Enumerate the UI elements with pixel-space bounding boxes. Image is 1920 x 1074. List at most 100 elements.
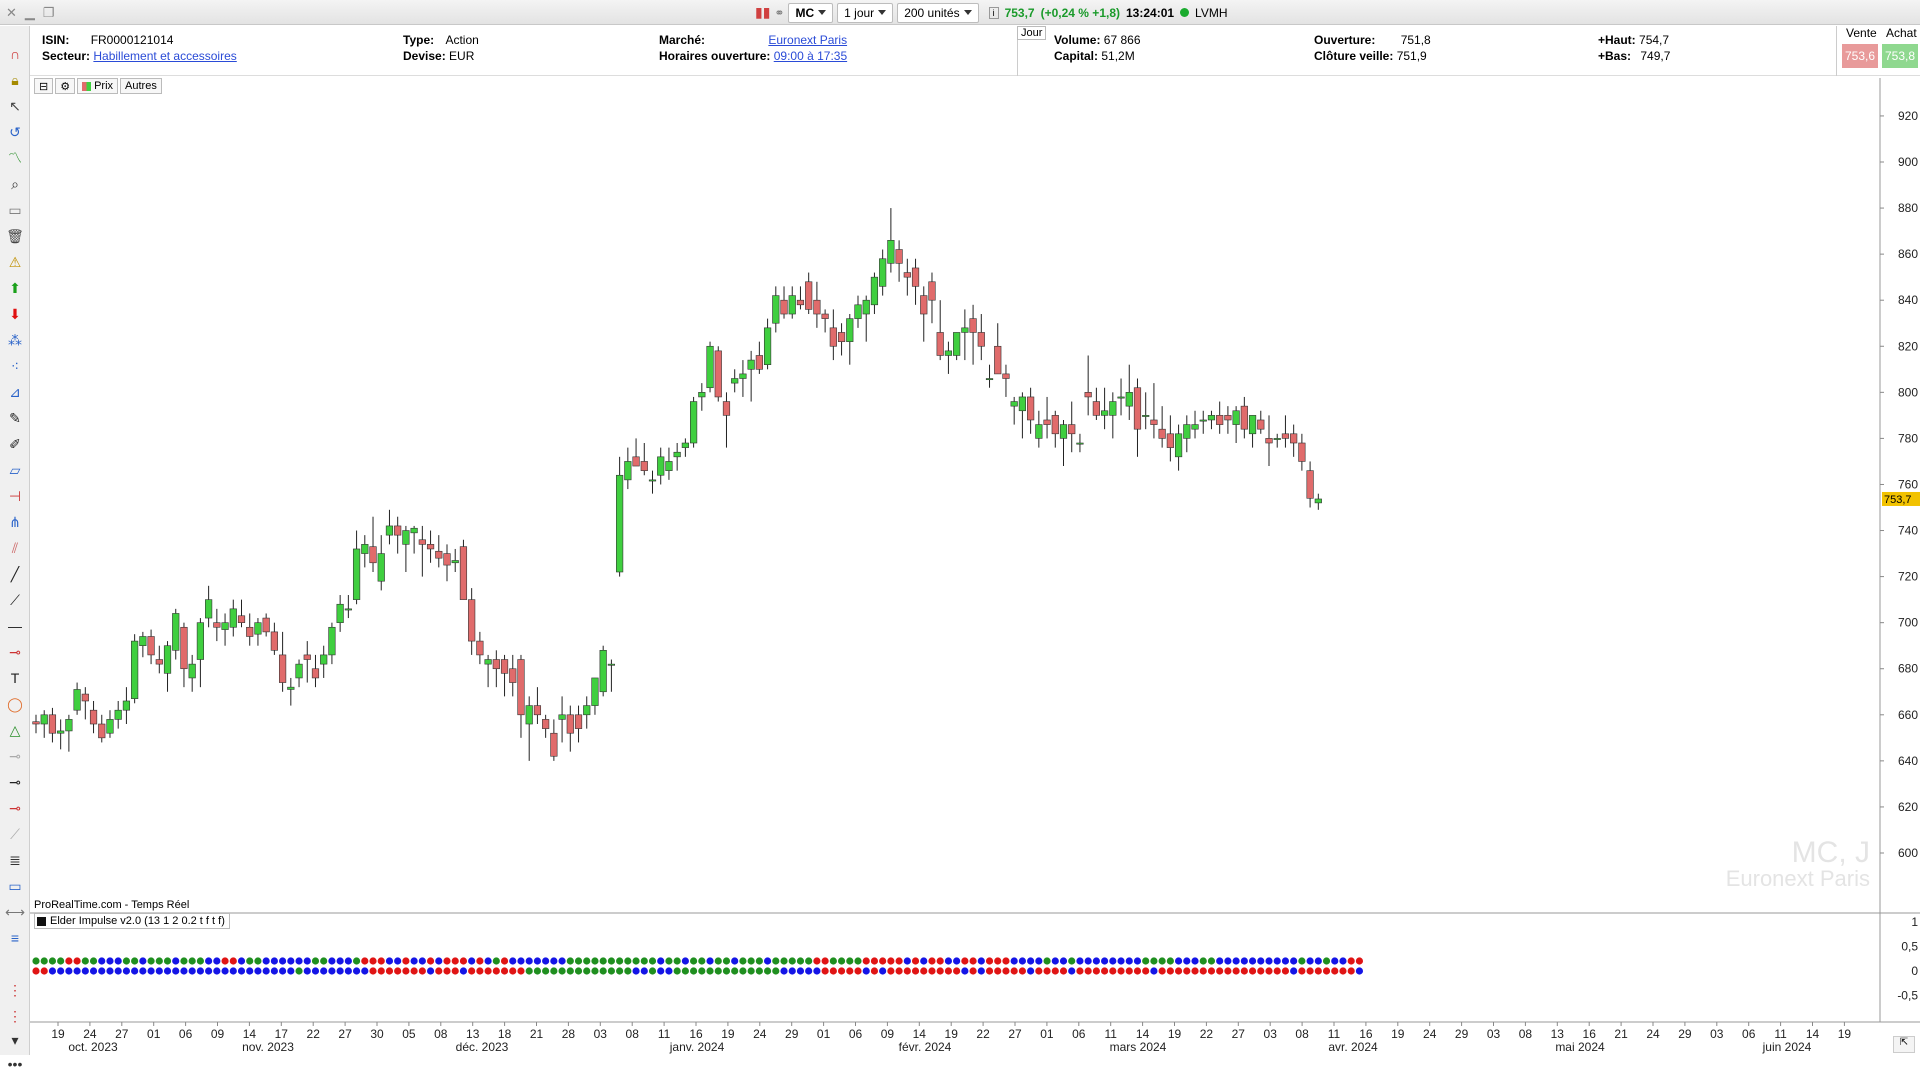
candle-up	[320, 654, 328, 665]
candle-up	[287, 686, 295, 690]
impulse-dot	[862, 967, 870, 975]
impulse-dot	[98, 957, 106, 965]
x-tick-label: 03	[1710, 1027, 1724, 1041]
impulse-dot	[920, 967, 928, 975]
candle-down	[903, 272, 911, 278]
impulse-dot	[583, 957, 591, 965]
candle-down	[180, 626, 188, 670]
impulse-dot	[435, 957, 443, 965]
impulse-dot	[394, 957, 402, 965]
impulse-dot	[821, 967, 829, 975]
candle-down	[542, 719, 550, 729]
candle-down	[1265, 438, 1273, 444]
month-label: mars 2024	[1110, 1040, 1167, 1054]
impulse-dot	[1191, 967, 1199, 975]
impulse-dot	[706, 957, 714, 965]
impulse-dot	[402, 967, 410, 975]
impulse-dot	[583, 967, 591, 975]
candle-up	[870, 276, 879, 306]
candle-down	[821, 313, 829, 319]
x-tick-label: 16	[1359, 1027, 1373, 1041]
impulse-dot	[533, 957, 542, 965]
impulse-dot	[1002, 967, 1010, 975]
impulse-dot	[1142, 957, 1150, 965]
candle-up	[961, 327, 969, 333]
impulse-dot	[369, 967, 377, 975]
impulse-dot	[961, 967, 969, 975]
candle-up	[887, 240, 895, 264]
impulse-dot	[821, 957, 829, 965]
x-tick-label: 06	[179, 1027, 193, 1041]
impulse-dot	[81, 967, 89, 975]
impulse-dot	[114, 967, 122, 975]
price-chart[interactable]: 600 620 640 660 680 700 720 740 760 780 800 820 840 8…	[0, 0, 1920, 1055]
impulse-dot	[1109, 957, 1117, 965]
candle-down	[722, 401, 731, 416]
more-icon[interactable]: •••	[5, 1054, 25, 1074]
x-tick-label: 06	[1742, 1027, 1756, 1041]
y-tick-label: 760	[1898, 477, 1918, 491]
indicator-tick-label: 0,5	[1901, 940, 1918, 954]
impulse-dot	[681, 957, 689, 965]
impulse-dot	[131, 957, 139, 965]
impulse-dot	[205, 967, 213, 975]
impulse-dot	[65, 957, 73, 965]
candle-down	[936, 332, 944, 356]
impulse-dot	[65, 967, 73, 975]
impulse-dot	[147, 957, 155, 965]
impulse-dot	[172, 957, 180, 965]
candle-up	[451, 560, 459, 564]
candle-down	[426, 544, 435, 550]
indicator-title[interactable]: Elder Impulse v2.0 (13 1 2 0.2 t f t f)	[34, 913, 230, 929]
candle-up	[657, 456, 665, 476]
candle-down	[796, 299, 805, 306]
impulse-dot	[657, 957, 665, 965]
indicator-tick-label: 0	[1911, 964, 1918, 978]
impulse-dot	[796, 967, 805, 975]
candle-up	[205, 599, 213, 619]
impulse-dot	[509, 957, 517, 965]
impulse-dot	[780, 957, 788, 965]
y-tick-label: 840	[1898, 293, 1918, 307]
candle-down	[574, 714, 583, 729]
x-tick-label: 13	[466, 1027, 480, 1041]
impulse-dot	[944, 967, 953, 975]
candle-up	[344, 608, 352, 611]
impulse-dot	[657, 967, 665, 975]
x-tick-label: 29	[1678, 1027, 1692, 1041]
candle-up	[1199, 419, 1207, 422]
candle-down	[714, 350, 722, 398]
candle-down	[32, 721, 40, 725]
candle-up	[607, 663, 615, 666]
month-label: oct. 2023	[68, 1040, 118, 1054]
impulse-dot	[1355, 967, 1364, 975]
impulse-dot	[895, 957, 903, 965]
impulse-dot	[772, 967, 780, 975]
x-tick-label: 06	[1072, 1027, 1086, 1041]
impulse-dot	[1298, 967, 1306, 975]
candle-down	[303, 654, 311, 660]
impulse-dot	[550, 957, 558, 965]
impulse-dot	[599, 957, 607, 965]
candle-up	[1117, 396, 1125, 399]
impulse-dot	[1347, 957, 1355, 965]
impulse-dot	[928, 967, 936, 975]
impulse-dot	[1035, 967, 1043, 975]
x-tick-label: 29	[785, 1027, 799, 1041]
impulse-dot	[459, 967, 468, 975]
impulse-dot	[599, 967, 607, 975]
y-tick-label: 740	[1898, 524, 1918, 538]
impulse-dot	[1314, 957, 1322, 965]
candle-up	[558, 714, 566, 720]
impulse-dot	[98, 967, 106, 975]
candle-up	[254, 622, 262, 635]
impulse-dot	[936, 967, 944, 975]
expand-icon[interactable]: ⇱	[1893, 1036, 1915, 1053]
candle-down	[829, 327, 837, 347]
x-tick-label: 03	[1264, 1027, 1278, 1041]
impulse-dot	[525, 967, 533, 975]
impulse-dot	[1273, 967, 1281, 975]
impulse-dot	[969, 967, 977, 975]
x-tick-label: 18	[498, 1027, 512, 1041]
y-tick-label: 600	[1898, 846, 1918, 860]
